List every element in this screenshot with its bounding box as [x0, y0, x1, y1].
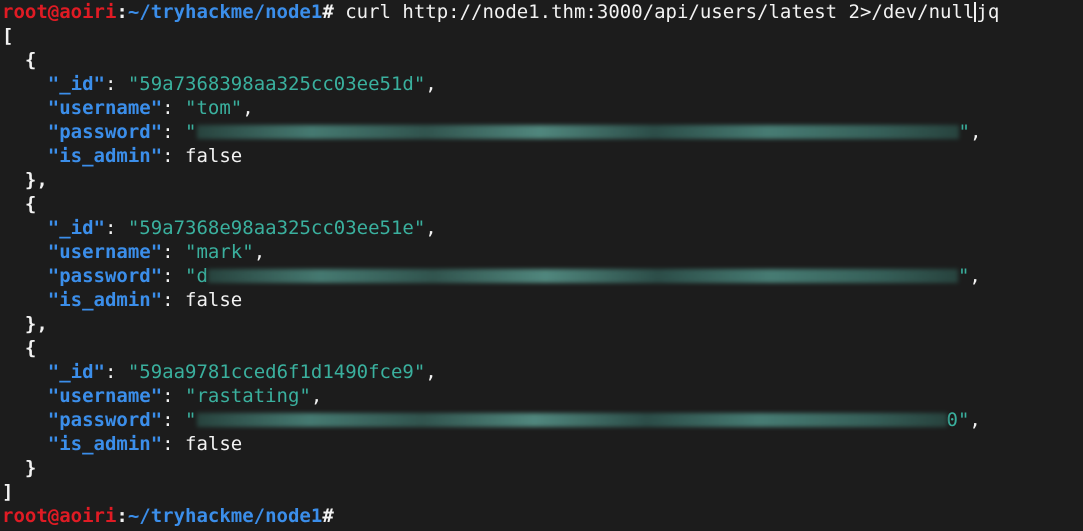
value-is-admin: false — [185, 145, 243, 167]
json-field-password: "password": " ", — [47, 121, 982, 143]
json-field-username: "username": "tom", — [47, 97, 254, 119]
prompt-colon: : — [116, 1, 128, 23]
object-open-brace: { — [24, 49, 37, 71]
prompt-path: ~/tryhackme/node1 — [127, 1, 323, 23]
value-id: "59a7368e98aa325cc03ee51e" — [127, 217, 426, 239]
key-username: "username" — [47, 385, 163, 407]
key-password: "password" — [47, 265, 163, 287]
value-username: "rastating" — [185, 385, 311, 407]
prompt-symbol: # — [322, 1, 334, 23]
json-object-open: { — [2, 48, 1083, 72]
key-id: "_id" — [47, 217, 105, 239]
object-open-brace: { — [24, 337, 37, 359]
value-is-admin: false — [185, 289, 243, 311]
value-password-prefix: " — [185, 121, 197, 143]
value-password-prefix: "d — [185, 265, 208, 287]
value-id: "59aa9781cced6f1d1490fce9" — [127, 361, 426, 383]
key-is-admin: "is_admin" — [47, 145, 163, 167]
terminal-window[interactable]: root@aoiri:~/tryhackme/node1# curl http:… — [0, 0, 1083, 531]
json-field-is-admin: "is_admin": false — [47, 145, 243, 167]
json-object-close: }, — [2, 312, 1083, 336]
object-close-brace: } — [24, 457, 37, 479]
prompt-user-host: root@aoiri — [2, 505, 117, 527]
value-is-admin: false — [185, 433, 243, 455]
prompt-colon: : — [116, 505, 128, 527]
json-field-is-admin: "is_admin": false — [47, 433, 243, 455]
key-password: "password" — [47, 409, 163, 431]
key-username: "username" — [47, 241, 163, 263]
json-object-open: { — [2, 192, 1083, 216]
prompt-symbol: # — [322, 505, 334, 527]
command-line: root@aoiri:~/tryhackme/node1# curl http:… — [2, 0, 1083, 24]
value-username: "tom" — [185, 97, 243, 119]
value-password-suffix: 0" — [946, 409, 970, 431]
json-field-username: "username": "mark", — [47, 241, 266, 263]
value-username: "mark" — [185, 241, 254, 263]
key-id: "_id" — [47, 73, 105, 95]
redacted-password-blur — [196, 413, 947, 427]
json-object-close-last: } — [2, 456, 1083, 480]
json-array-open: [ — [2, 24, 1083, 48]
key-is-admin: "is_admin" — [47, 433, 163, 455]
prompt-line[interactable]: root@aoiri:~/tryhackme/node1# — [2, 504, 1083, 528]
json-object-open: { — [2, 336, 1083, 360]
redacted-password-blur — [196, 125, 959, 139]
array-open-bracket: [ — [2, 25, 14, 47]
object-close-brace: }, — [24, 169, 48, 191]
redacted-password-blur — [207, 269, 958, 283]
value-password-suffix: " — [958, 121, 970, 143]
json-field-id: "_id": "59a7368e98aa325cc03ee51e", — [47, 217, 437, 239]
json-object-close: }, — [2, 168, 1083, 192]
prompt-user-host: root@aoiri — [2, 1, 117, 23]
object-close-brace: }, — [24, 313, 48, 335]
json-field-username: "username": "rastating", — [47, 385, 323, 407]
key-is-admin: "is_admin" — [47, 289, 163, 311]
array-close-bracket: ] — [2, 481, 14, 503]
json-field-password: "password": " 0", — [47, 409, 981, 431]
key-username: "username" — [47, 97, 163, 119]
json-field-id: "_id": "59a7368398aa325cc03ee51d", — [47, 73, 437, 95]
json-field-password: "password": "d ", — [47, 265, 981, 287]
json-array-close: ] — [2, 480, 1083, 504]
command-pipe-target: jq — [976, 1, 1000, 23]
value-password-prefix: " — [185, 409, 197, 431]
key-password: "password" — [47, 121, 163, 143]
object-open-brace: { — [24, 193, 37, 215]
value-password-suffix: " — [957, 265, 970, 287]
json-field-id: "_id": "59aa9781cced6f1d1490fce9", — [47, 361, 437, 383]
key-id: "_id" — [47, 361, 105, 383]
value-id: "59a7368398aa325cc03ee51d" — [127, 73, 426, 95]
prompt-path: ~/tryhackme/node1 — [127, 505, 323, 527]
json-field-is-admin: "is_admin": false — [47, 289, 243, 311]
command-text: curl http://node1.thm:3000/api/users/lat… — [345, 1, 975, 23]
